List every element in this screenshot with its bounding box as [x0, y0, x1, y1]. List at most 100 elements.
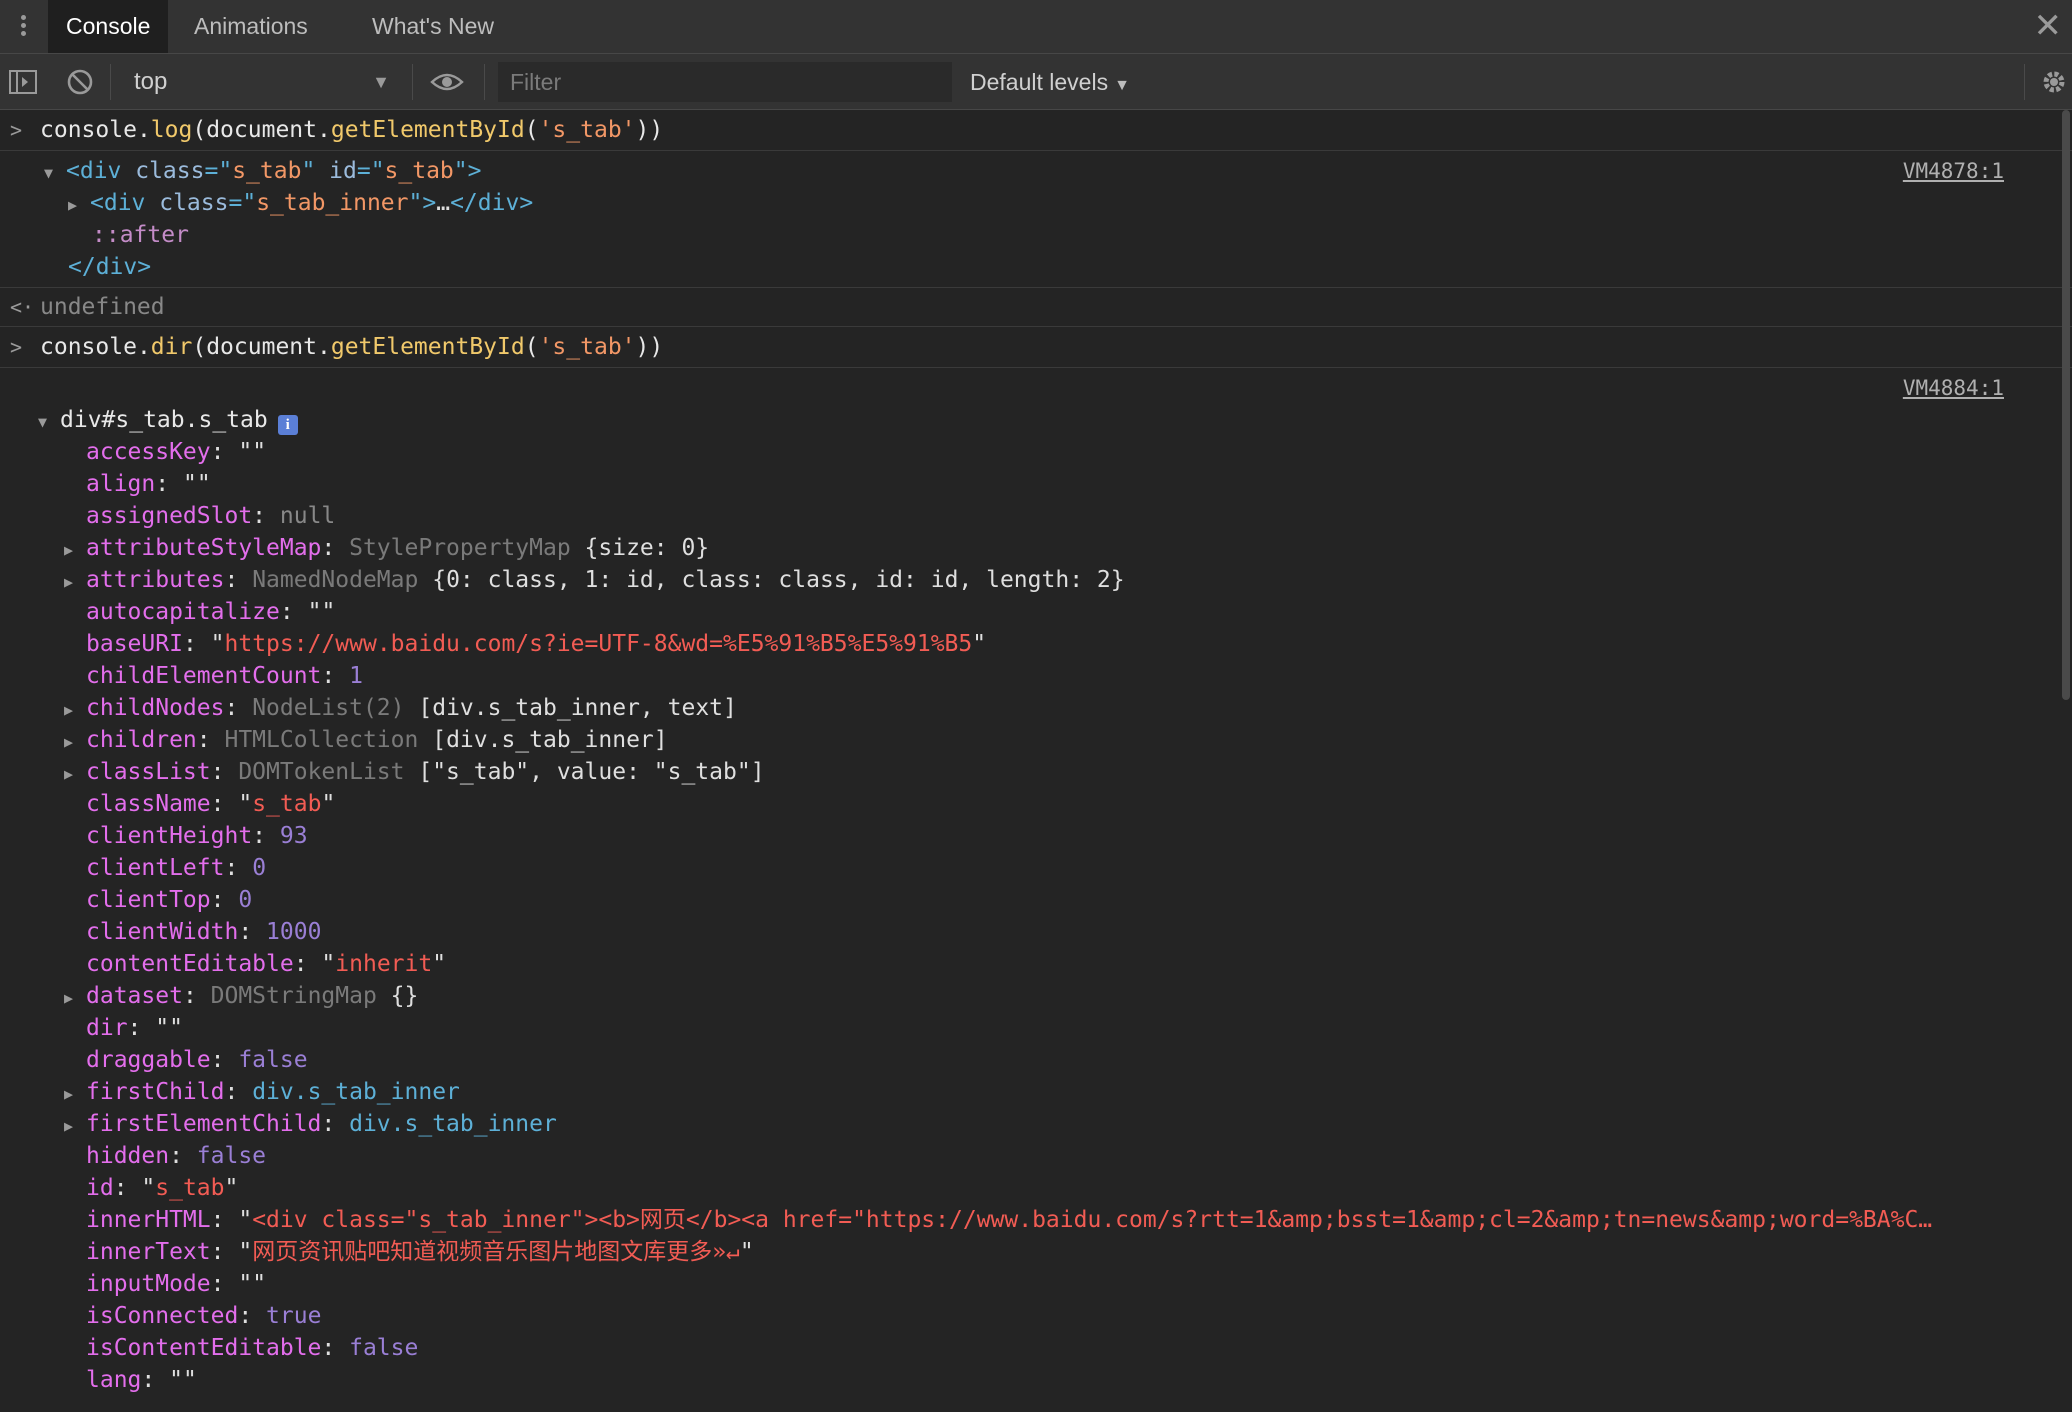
clear-console-icon[interactable] — [66, 68, 94, 101]
quote: " — [182, 471, 197, 497]
property-key: attributes — [86, 567, 225, 593]
eye-icon[interactable] — [430, 70, 464, 99]
property-row: childElementCount: 1 — [0, 660, 2072, 692]
element-node-line[interactable]: ▶ <div class="s_tab_inner">…</div> — [0, 187, 2072, 219]
property-colon: : — [224, 855, 253, 881]
string-value: s_tab — [252, 791, 322, 817]
property-colon: : — [224, 1079, 253, 1105]
element-node-line[interactable]: ▼ <div class="s_tab" id="s_tab"> — [0, 155, 2072, 187]
property-colon: : — [127, 1015, 156, 1041]
property-key: id — [86, 1175, 114, 1201]
collapsed-triangle-icon[interactable]: ▶ — [64, 1110, 86, 1142]
property-row: isConnected: true — [0, 1300, 2072, 1332]
cmd-punct: . — [316, 334, 331, 360]
tag-name: <div — [66, 158, 122, 184]
log-levels-dropdown[interactable]: Default levels ▼ — [970, 54, 1130, 110]
property-row[interactable]: ▶ attributes: NamedNodeMap {0: class, 1: … — [0, 564, 2072, 596]
property-colon: : — [252, 823, 280, 849]
sidebar-toggle-icon[interactable] — [8, 68, 38, 101]
tab-whats-new[interactable]: What's New — [354, 0, 512, 53]
property-key: lang — [86, 1367, 142, 1393]
expanded-triangle-icon[interactable]: ▼ — [44, 157, 66, 189]
dropdown-arrow-icon: ▼ — [1114, 77, 1130, 94]
property-row: hidden: false — [0, 1140, 2072, 1172]
quote: " — [739, 1239, 754, 1265]
property-key: isConnected — [86, 1303, 239, 1329]
property-colon: : — [321, 535, 350, 561]
quote: " — [321, 951, 336, 977]
property-key: clientWidth — [86, 919, 239, 945]
vertical-scrollbar[interactable] — [2062, 110, 2070, 700]
info-icon[interactable]: i — [277, 415, 298, 435]
more-tabs-icon[interactable] — [16, 12, 30, 42]
property-colon: : — [210, 1271, 239, 1297]
console-command: > console.dir(document.getElementById('s_… — [0, 331, 2072, 363]
boolean-value: false — [238, 1047, 308, 1073]
property-row[interactable]: ▶ dataset: DOMStringMap {} — [0, 980, 2072, 1012]
null-value: null — [279, 503, 336, 529]
collapsed-triangle-icon[interactable]: ▶ — [64, 758, 86, 790]
object-header[interactable]: ▼ div#s_tab.s_tab i — [0, 404, 2072, 436]
property-key: isContentEditable — [86, 1335, 322, 1361]
expanded-triangle-icon[interactable]: ▼ — [38, 406, 60, 438]
object-type: DOMStringMap — [210, 983, 377, 1009]
property-key: align — [86, 471, 156, 497]
property-key: assignedSlot — [86, 503, 253, 529]
node-value: div.s_tab_inner — [349, 1111, 557, 1137]
property-colon: : — [224, 567, 253, 593]
quote: " — [210, 631, 225, 657]
object-type: HTMLCollection — [224, 727, 419, 753]
collapsed-triangle-icon[interactable]: ▶ — [64, 726, 86, 758]
property-key: childElementCount — [86, 663, 322, 689]
property-row: draggable: false — [0, 1044, 2072, 1076]
toolbar-divider — [484, 64, 485, 100]
pseudo-element-line: ::after — [0, 219, 2072, 251]
property-colon: : — [196, 727, 225, 753]
object-preview: [div.s_tab_inner, text] — [418, 695, 737, 721]
string-value: s_tab — [155, 1175, 225, 1201]
number-value: 0 — [252, 855, 267, 881]
property-row: accessKey: "" — [0, 436, 2072, 468]
context-selector[interactable]: top ▼ — [118, 54, 398, 110]
collapsed-triangle-icon[interactable]: ▶ — [64, 982, 86, 1014]
cmd-punct: )) — [635, 334, 664, 360]
console-output[interactable]: > console.log(document.getElementById('s_… — [0, 110, 2072, 1412]
property-row: contentEditable: "inherit" — [0, 948, 2072, 980]
collapsed-triangle-icon[interactable]: ▶ — [64, 566, 86, 598]
property-colon: : — [321, 663, 350, 689]
cmd-argument: 's_tab' — [538, 117, 636, 143]
console-dir-message: VM4884:1 ▼ div#s_tab.s_tab i accessKey: ""… — [0, 368, 2072, 1396]
collapsed-triangle-icon[interactable]: ▶ — [64, 1078, 86, 1110]
property-row[interactable]: ▶ attributeStyleMap: StylePropertyMap {si… — [0, 532, 2072, 564]
cmd-method: getElementById — [330, 117, 525, 143]
gear-icon[interactable] — [2040, 68, 2068, 101]
tab-console[interactable]: Console — [48, 0, 169, 53]
object-type: NodeList(2) — [252, 695, 405, 721]
property-row[interactable]: ▶ children: HTMLCollection [div.s_tab_inn… — [0, 724, 2072, 756]
attr-name: class — [145, 190, 229, 216]
number-value: 1000 — [266, 919, 322, 945]
close-icon[interactable]: ✕ — [2034, 8, 2063, 44]
cmd-object: console — [40, 117, 137, 143]
console-input-message: > console.log(document.getElementById('s_… — [0, 110, 2072, 151]
property-key: childNodes — [86, 695, 225, 721]
filter-input[interactable] — [498, 62, 952, 102]
collapsed-triangle-icon[interactable]: ▶ — [64, 534, 86, 566]
property-row[interactable]: ▶ firstChild: div.s_tab_inner — [0, 1076, 2072, 1108]
dropdown-arrow-icon: ▼ — [372, 72, 390, 92]
property-row: isContentEditable: false — [0, 1332, 2072, 1364]
property-row[interactable]: ▶ firstElementChild: div.s_tab_inner — [0, 1108, 2072, 1140]
context-selector-value: top — [134, 68, 168, 95]
property-key: dataset — [86, 983, 183, 1009]
ellipsis: … — [436, 190, 451, 216]
collapsed-triangle-icon[interactable]: ▶ — [64, 694, 86, 726]
property-row[interactable]: ▶ childNodes: NodeList(2) [div.s_tab_inne… — [0, 692, 2072, 724]
property-colon: : — [169, 1143, 197, 1169]
attr-value: s_tab — [232, 158, 302, 184]
collapsed-triangle-icon[interactable]: ▶ — [68, 189, 90, 221]
tab-animations[interactable]: Animations — [176, 0, 326, 53]
property-row[interactable]: ▶ classList: DOMTokenList ["s_tab", value… — [0, 756, 2072, 788]
